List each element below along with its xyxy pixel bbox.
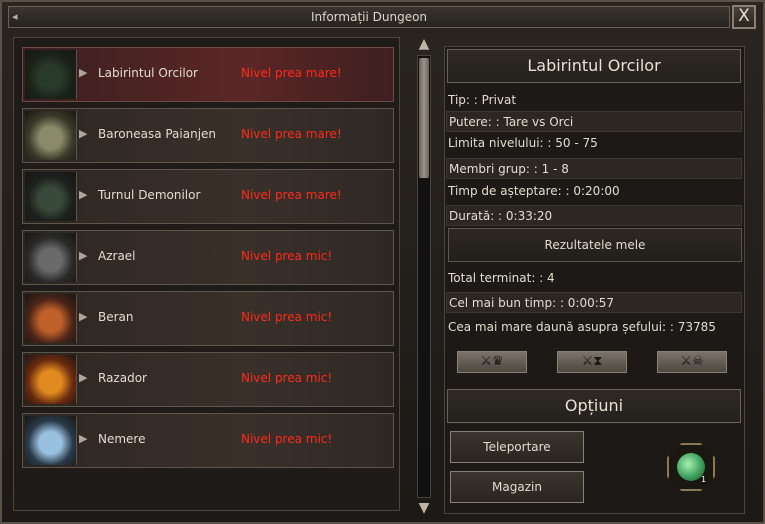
options-title: Opțiuni xyxy=(447,389,741,423)
dungeon-status: Nivel prea mare! xyxy=(241,188,342,202)
dungeon-row-beran[interactable]: ▶ Beran Nivel prea mic! xyxy=(22,291,394,346)
nemere-boss-icon xyxy=(25,416,77,465)
azrael-boss-icon xyxy=(25,233,77,282)
rank-time-button[interactable]: ⚔⧗ xyxy=(557,351,627,373)
dungeon-name: Razador xyxy=(98,371,147,385)
dungeon-name: Turnul Demonilor xyxy=(98,188,201,202)
row-arrow-icon: ▶ xyxy=(79,66,88,79)
level-limit-row: Limita nivelului: : 50 - 75 xyxy=(448,136,598,150)
scrollbar-thumb[interactable] xyxy=(419,58,429,178)
type-row: Tip: : Privat xyxy=(448,93,517,107)
duration-row: Durată: : 0:33:20 xyxy=(446,205,742,226)
dungeon-row-baroneasa-paianjen[interactable]: ▶ Baroneasa Paianjen Nivel prea mare! xyxy=(22,108,394,163)
dungeon-row-nemere[interactable]: ▶ Nemere Nivel prea mic! xyxy=(22,413,394,468)
razador-boss-icon xyxy=(25,355,77,404)
total-finished-row: Total terminat: : 4 xyxy=(448,271,555,285)
rank-skull-button[interactable]: ⚔☠ xyxy=(657,351,727,373)
dungeon-name: Beran xyxy=(98,310,134,324)
dungeon-status: Nivel prea mic! xyxy=(241,432,333,446)
row-arrow-icon: ▶ xyxy=(79,188,88,201)
dungeon-list: ▶ Labirintul Orcilor Nivel prea mare! ▶ … xyxy=(13,37,400,511)
scroll-up-icon[interactable]: ▲ xyxy=(416,37,432,51)
dungeon-row-razador[interactable]: ▶ Razador Nivel prea mic! xyxy=(22,352,394,407)
dungeon-row-labirintul-orcilor[interactable]: ▶ Labirintul Orcilor Nivel prea mare! xyxy=(22,47,394,102)
spider-boss-icon xyxy=(25,111,77,160)
dungeon-name: Nemere xyxy=(98,432,146,446)
row-arrow-icon: ▶ xyxy=(79,127,88,140)
scrollbar[interactable] xyxy=(417,55,431,498)
title-bar[interactable]: ◂ Informații Dungeon xyxy=(8,6,730,28)
row-arrow-icon: ▶ xyxy=(79,432,88,445)
beran-boss-icon xyxy=(25,294,77,343)
scroll-down-icon[interactable]: ▼ xyxy=(416,501,432,515)
dungeon-title: Labirintul Orcilor xyxy=(447,49,741,83)
row-arrow-icon: ▶ xyxy=(79,310,88,323)
dungeon-name: Baroneasa Paianjen xyxy=(98,127,217,141)
orc-boss-icon xyxy=(25,50,77,99)
group-members-row: Membri grup: : 1 - 8 xyxy=(446,158,742,179)
teleport-button[interactable]: Teleportare xyxy=(450,431,584,463)
dungeon-status: Nivel prea mic! xyxy=(241,371,333,385)
dungeon-row-turnul-demonilor[interactable]: ▶ Turnul Demonilor Nivel prea mare! xyxy=(22,169,394,224)
dungeon-ticket-icon[interactable]: 1 xyxy=(667,443,715,491)
wait-time-row: Timp de așteptare: : 0:20:00 xyxy=(448,184,620,198)
dungeon-name: Azrael xyxy=(98,249,136,263)
window-title: Informații Dungeon xyxy=(310,10,428,24)
title-arrow-icon: ◂ xyxy=(12,10,18,23)
item-count: 1 xyxy=(701,475,707,484)
demon-boss-icon xyxy=(25,172,77,221)
dungeon-status: Nivel prea mare! xyxy=(241,66,342,80)
max-damage-row: Cea mai mare daună asupra șefului: : 737… xyxy=(448,320,716,334)
dungeon-status: Nivel prea mic! xyxy=(241,310,333,324)
shop-button[interactable]: Magazin xyxy=(450,471,584,503)
close-button[interactable]: X xyxy=(732,5,756,29)
dungeon-status: Nivel prea mare! xyxy=(241,127,342,141)
power-row: Putere: : Tare vs Orci xyxy=(446,111,742,132)
rank-crown-button[interactable]: ⚔♛ xyxy=(457,351,527,373)
dungeon-name: Labirintul Orcilor xyxy=(98,66,198,80)
my-results-button[interactable]: Rezultatele mele xyxy=(448,228,742,262)
row-arrow-icon: ▶ xyxy=(79,249,88,262)
dungeon-row-azrael[interactable]: ▶ Azrael Nivel prea mic! xyxy=(22,230,394,285)
dungeon-status: Nivel prea mic! xyxy=(241,249,333,263)
best-time-row: Cel mai bun timp: : 0:00:57 xyxy=(446,292,742,313)
row-arrow-icon: ▶ xyxy=(79,371,88,384)
